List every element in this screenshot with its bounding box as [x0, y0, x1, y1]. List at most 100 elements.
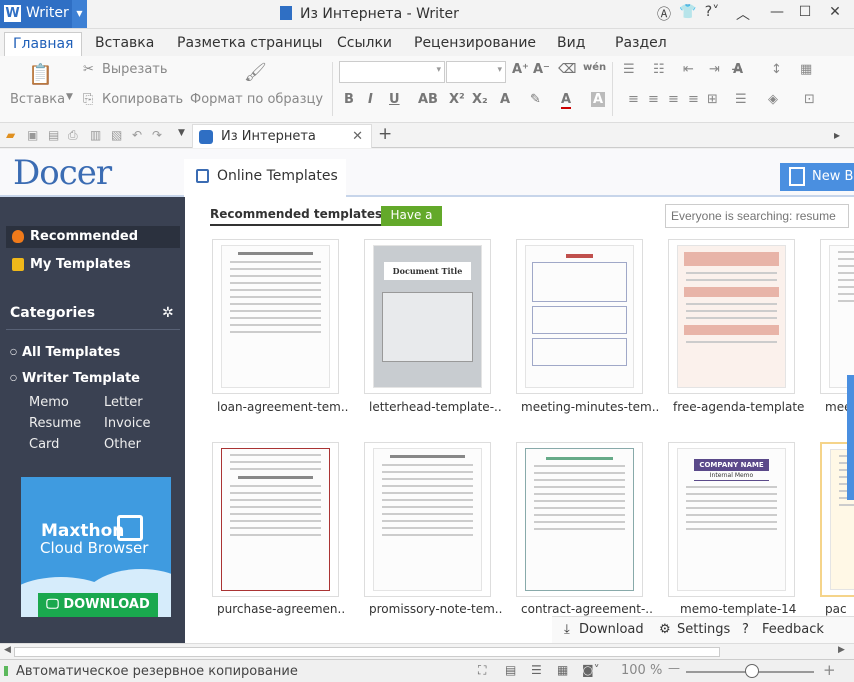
- template-name[interactable]: contract-agreement-..: [521, 602, 661, 616]
- download-button[interactable]: Download: [579, 622, 644, 637]
- subcategory-resume[interactable]: Resume: [29, 416, 81, 431]
- pinyin-icon[interactable]: wén: [583, 62, 606, 73]
- subcategory-other[interactable]: Other: [104, 437, 141, 452]
- template-card[interactable]: [668, 239, 795, 394]
- new-blank-button[interactable]: New B: [780, 163, 854, 191]
- template-card[interactable]: [364, 442, 491, 597]
- template-name[interactable]: meeting-minutes-tem..: [521, 400, 661, 414]
- numbering-icon[interactable]: ☷: [653, 62, 665, 77]
- chevron-down-icon[interactable]: ▼: [66, 92, 73, 102]
- sort-icon[interactable]: ↕: [771, 62, 782, 77]
- clipboard-icon[interactable]: 📋: [28, 62, 53, 86]
- align-center-icon[interactable]: ≡: [648, 92, 659, 107]
- tab-section[interactable]: Раздел: [615, 35, 667, 51]
- subcategory-invoice[interactable]: Invoice: [104, 416, 150, 431]
- close-tab-icon[interactable]: ✕: [352, 129, 363, 144]
- document-tab[interactable]: Из Интернета ✕: [192, 124, 372, 148]
- web-view-icon[interactable]: ▦: [557, 663, 568, 677]
- sidebar-item-my-templates[interactable]: My Templates: [6, 254, 180, 276]
- close-icon[interactable]: ✕: [825, 4, 845, 20]
- skin-icon[interactable]: Ⓐ: [654, 4, 674, 24]
- new-tab-icon[interactable]: +: [378, 124, 392, 144]
- distribute-icon[interactable]: ⊞: [707, 92, 718, 107]
- scroll-right-icon[interactable]: ▶: [838, 645, 845, 655]
- open-folder-icon[interactable]: ▰: [6, 128, 15, 142]
- print-icon[interactable]: ⎙: [68, 128, 78, 143]
- tab-recommended-templates[interactable]: Recommended templates: [210, 207, 383, 226]
- outline-view-icon[interactable]: ☰: [531, 663, 542, 677]
- bullets-icon[interactable]: ☰: [623, 62, 635, 77]
- cell-border-icon[interactable]: ⊡: [804, 92, 815, 107]
- shrink-font-icon[interactable]: A⁻: [533, 62, 550, 77]
- sidebar-item-recommended[interactable]: Recommended: [6, 226, 180, 248]
- subscript-icon[interactable]: X₂: [472, 92, 488, 107]
- focus-mode-icon[interactable]: ⛶: [478, 663, 486, 678]
- shirt-icon[interactable]: 👕: [678, 4, 698, 20]
- tab-menu-icon[interactable]: ▸: [834, 128, 840, 142]
- template-card[interactable]: [516, 239, 643, 394]
- highlight-icon[interactable]: ✎: [530, 92, 541, 107]
- cut-button[interactable]: Вырезать: [102, 62, 168, 77]
- save-icon[interactable]: ▣: [27, 128, 38, 142]
- superscript-icon[interactable]: X²: [449, 92, 465, 107]
- feedback-button[interactable]: Feedback: [762, 622, 824, 637]
- template-card[interactable]: [516, 442, 643, 597]
- font-size-select[interactable]: [446, 61, 506, 83]
- maxthon-ad-banner[interactable]: Maxthon Cloud Browser 🖵 DOWNLOAD: [21, 477, 171, 617]
- template-card[interactable]: [212, 442, 339, 597]
- print-preview-icon[interactable]: ▥: [90, 128, 101, 142]
- text-effect-icon[interactable]: A: [500, 92, 510, 107]
- italic-icon[interactable]: I: [368, 92, 373, 107]
- paste-button[interactable]: Вставка: [10, 92, 65, 107]
- category-writer-template[interactable]: Writer Template: [10, 371, 140, 386]
- template-name[interactable]: loan-agreement-tem..: [217, 400, 357, 414]
- export-pdf-icon[interactable]: ▤: [48, 128, 59, 142]
- subcategory-memo[interactable]: Memo: [29, 395, 69, 410]
- maximize-icon[interactable]: ☐: [795, 4, 815, 20]
- page-view-icon[interactable]: ▤: [505, 663, 516, 677]
- template-card[interactable]: [820, 239, 854, 394]
- template-card[interactable]: Document Title: [364, 239, 491, 394]
- help-icon[interactable]: ?: [742, 622, 749, 637]
- scroll-left-icon[interactable]: ◀: [4, 645, 11, 655]
- scrollbar[interactable]: [847, 375, 854, 500]
- tab-page-layout[interactable]: Разметка страницы: [177, 35, 322, 51]
- template-name[interactable]: free-agenda-template: [673, 400, 813, 414]
- justify-icon[interactable]: ≡: [688, 92, 699, 107]
- line-spacing-icon[interactable]: ☰: [735, 92, 747, 107]
- template-name[interactable]: memo-template-14: [680, 602, 820, 616]
- underline-icon[interactable]: U: [389, 92, 400, 107]
- indent-icon[interactable]: ⇤: [683, 62, 694, 77]
- tab-home[interactable]: Главная: [4, 32, 83, 56]
- outdent-icon[interactable]: ⇥: [709, 62, 720, 77]
- undo-icon[interactable]: ↶: [132, 128, 142, 142]
- app-menu-button[interactable]: W Writer ▼: [0, 0, 87, 28]
- help-icon[interactable]: ?˅: [702, 4, 722, 20]
- char-shading-icon[interactable]: A: [591, 92, 606, 107]
- align-left-icon[interactable]: ≡: [628, 92, 639, 107]
- template-name[interactable]: letterhead-template-..: [369, 400, 509, 414]
- template-name[interactable]: promissory-note-tem..: [369, 602, 509, 616]
- zoom-slider-handle[interactable]: [745, 664, 759, 678]
- horizontal-scrollbar[interactable]: ◀ ▶: [0, 643, 854, 659]
- gear-icon[interactable]: ✲: [162, 305, 174, 321]
- subcategory-card[interactable]: Card: [29, 437, 59, 452]
- tab-insert[interactable]: Вставка: [95, 35, 154, 51]
- read-mode-icon[interactable]: ◙˅: [582, 663, 600, 677]
- align-right-icon[interactable]: ≡: [668, 92, 679, 107]
- spellcheck-icon[interactable]: ▧: [111, 128, 122, 142]
- tab-references[interactable]: Ссылки: [337, 35, 392, 51]
- category-all-templates[interactable]: All Templates: [10, 345, 120, 360]
- font-color-icon[interactable]: A: [561, 92, 572, 109]
- zoom-out-icon[interactable]: —: [668, 661, 680, 675]
- download-icon[interactable]: ⤓: [564, 622, 570, 637]
- bold-icon[interactable]: B: [344, 92, 354, 107]
- template-name[interactable]: purchase-agreemen..: [217, 602, 357, 616]
- copy-button[interactable]: Копировать: [102, 92, 183, 107]
- redo-icon[interactable]: ↷: [152, 128, 162, 142]
- template-card[interactable]: [212, 239, 339, 394]
- collapse-icon[interactable]: ︿: [733, 4, 753, 24]
- scroll-thumb[interactable]: [14, 647, 720, 657]
- minimize-icon[interactable]: —: [767, 4, 787, 20]
- tab-review[interactable]: Рецензирование: [414, 35, 536, 51]
